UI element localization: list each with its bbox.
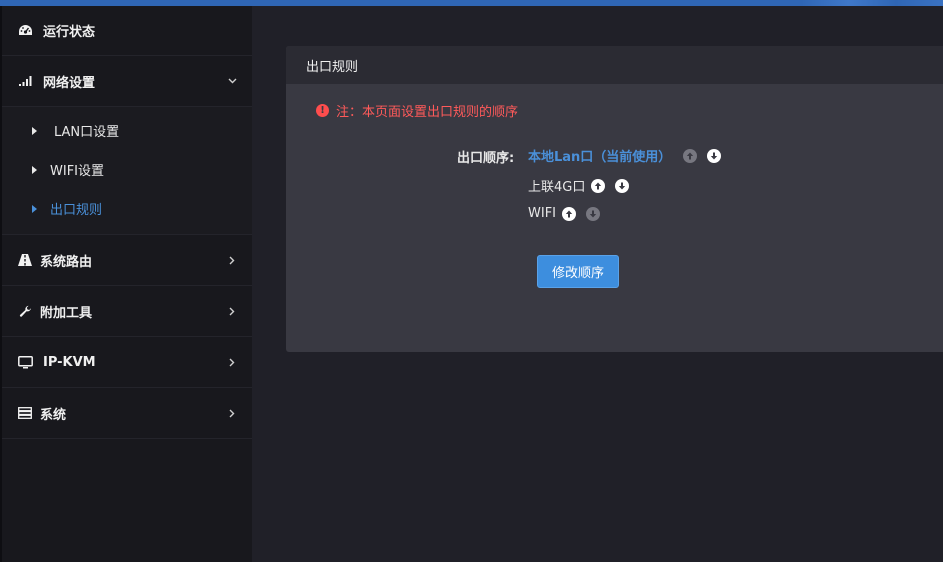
sidebar-item-system[interactable]: 系统 [2,388,252,439]
chevron-down-icon [226,75,238,87]
sidebar-subitem-label: LAN口设置 [54,125,120,140]
caret-right-icon [32,126,42,136]
road-icon [16,252,34,268]
network-submenu: LAN口设置 WIFI设置 出口规则 [2,107,252,235]
notice-text: 注：本页面设置出口规则的顺序 [336,105,519,120]
sidebar: 运行状态 网络设置 LAN口设置 WIFI设置 出口规则 系统路由 附加工具 I… [0,6,252,562]
modify-order-button[interactable]: 修改顺序 [537,255,619,288]
server-icon [16,405,34,421]
dashboard-icon [16,23,34,39]
exit-rules-panel: 出口规则 ! 注：本页面设置出口规则的顺序 出口顺序: 本地Lan口（当前使用）… [286,46,943,352]
sidebar-item-label: IP-KVM [43,354,96,370]
sidebar-subitem-label: WIFI设置 [50,164,104,179]
order-item-name: 本地Lan口（当前使用） [528,150,672,165]
arrow-down-icon[interactable] [707,148,722,163]
sidebar-subitem-lan[interactable]: LAN口设置 [2,111,252,150]
sidebar-subitem-wifi[interactable]: WIFI设置 [2,150,252,189]
order-item-wifi: WIFI [528,206,600,221]
order-item-4g: 上联4G口 [528,176,630,195]
sidebar-item-routing[interactable]: 系统路由 [2,235,252,286]
arrow-down-icon[interactable] [586,206,600,221]
sidebar-item-network[interactable]: 网络设置 [2,56,252,107]
signal-icon [16,73,34,89]
order-item-lan: 本地Lan口（当前使用） [528,146,722,165]
arrow-up-icon[interactable] [562,206,576,221]
sidebar-item-label: 系统路由 [40,254,93,270]
sidebar-item-label: 网络设置 [43,75,96,91]
sidebar-item-label: 运行状态 [43,25,96,40]
sidebar-subitem-label: 出口规则 [50,203,103,218]
order-item-name: WIFI [528,206,556,221]
caret-right-icon [32,165,42,175]
arrow-up-icon[interactable] [683,148,698,163]
exclamation-circle-icon: ! [316,104,329,117]
order-label: 出口顺序: [457,151,515,166]
sidebar-item-label: 附加工具 [40,305,93,321]
arrow-down-icon[interactable] [615,178,630,193]
sidebar-item-ip-kvm[interactable]: IP-KVM [2,337,252,388]
panel-title: 出口规则 [286,46,943,84]
chevron-right-icon [226,356,238,368]
monitor-icon [16,354,34,370]
chevron-right-icon [226,254,238,266]
sidebar-item-tools[interactable]: 附加工具 [2,286,252,337]
notice: ! 注：本页面设置出口规则的顺序 [316,101,518,120]
sidebar-subitem-exit-rules[interactable]: 出口规则 [2,189,252,228]
chevron-right-icon [226,305,238,317]
wrench-icon [16,303,34,319]
order-item-name: 上联4G口 [528,180,586,195]
sidebar-item-status[interactable]: 运行状态 [2,6,252,56]
caret-right-icon [32,204,42,214]
chevron-right-icon [226,407,238,419]
arrow-up-icon[interactable] [591,178,606,193]
sidebar-item-label: 系统 [40,407,67,423]
